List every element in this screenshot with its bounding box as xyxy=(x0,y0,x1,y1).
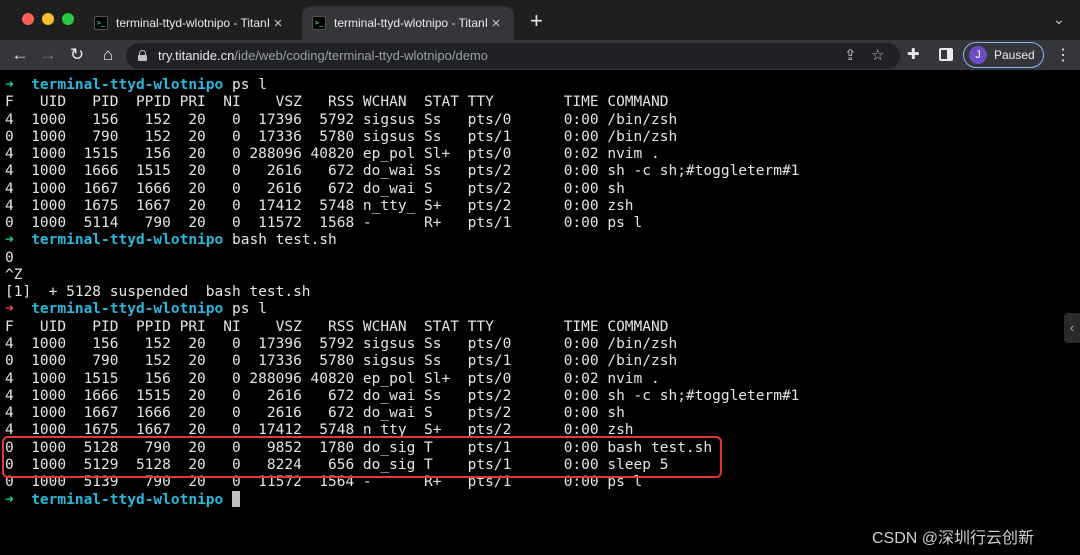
highlight-box xyxy=(2,436,722,478)
output-line: 4 1000 1666 1515 20 0 2616 672 do_wai Ss… xyxy=(5,387,800,404)
prompt-command: ps l xyxy=(232,77,267,93)
browser-toolbar: ← → ↻ ⌂ try.titanide.cn/ide/web/coding/t… xyxy=(0,40,1080,70)
terminal-output[interactable]: ➜ terminal-ttyd-wlotnipo ps lF UID PID P… xyxy=(0,70,1080,555)
close-window-button[interactable] xyxy=(22,13,34,25)
output-line: 4 1000 1675 1667 20 0 17412 5748 n_tty_ … xyxy=(5,197,634,214)
lock-icon[interactable] xyxy=(138,50,147,61)
minimize-window-button[interactable] xyxy=(42,13,54,25)
prompt-line: ➜ terminal-ttyd-wlotnipo ps l xyxy=(5,301,1080,318)
output-line: ^Z xyxy=(5,266,23,283)
prompt-line: ➜ terminal-ttyd-wlotnipo ps l xyxy=(5,77,1080,94)
new-tab-button[interactable]: + xyxy=(530,9,543,33)
output-line: 0 xyxy=(5,249,14,266)
more-menu-icon[interactable]: ⋮ xyxy=(1055,45,1071,65)
terminal-cursor xyxy=(232,491,240,508)
prompt-directory: terminal-ttyd-wlotnipo xyxy=(31,492,224,509)
profile-status: Paused xyxy=(994,48,1035,62)
share-icon[interactable]: ⇪ xyxy=(844,46,857,64)
prompt-line: ➜ terminal-ttyd-wlotnipo xyxy=(5,491,1080,508)
close-tab-icon[interactable]: × xyxy=(270,15,286,32)
collapse-panel-chevron-icon[interactable]: ‹ xyxy=(1064,313,1080,343)
back-button[interactable]: ← xyxy=(8,43,32,67)
output-line: 4 1000 1666 1515 20 0 2616 672 do_wai Ss… xyxy=(5,163,800,180)
url-text[interactable]: try.titanide.cn/ide/web/coding/terminal-… xyxy=(158,48,488,63)
profile-button[interactable]: J Paused xyxy=(963,42,1044,68)
output-line: 4 1000 1667 1666 20 0 2616 672 do_wai S … xyxy=(5,405,625,422)
forward-button[interactable]: → xyxy=(36,43,60,67)
url-path: /ide/web/coding/terminal-ttyd-wlotnipo/d… xyxy=(234,48,488,63)
avatar: J xyxy=(969,46,987,64)
terminal-favicon-icon: >_ xyxy=(312,16,326,30)
output-line: 4 1000 1515 156 20 0 288096 40820 ep_pol… xyxy=(5,370,660,387)
prompt-arrow-icon: ➜ xyxy=(5,232,14,249)
output-line: 0 1000 790 152 20 0 17336 5780 sigsus Ss… xyxy=(5,128,678,145)
tab-title: terminal-ttyd-wlotnipo - TitanIDE xyxy=(116,16,270,30)
bookmark-star-icon[interactable]: ☆ xyxy=(871,46,884,64)
prompt-line: ➜ terminal-ttyd-wlotnipo bash test.sh xyxy=(5,232,1080,249)
output-line: F UID PID PPID PRI NI VSZ RSS WCHAN STAT… xyxy=(5,318,669,335)
output-line: 4 1000 1515 156 20 0 288096 40820 ep_pol… xyxy=(5,146,660,163)
close-tab-icon[interactable]: × xyxy=(488,15,504,32)
home-button[interactable]: ⌂ xyxy=(96,43,120,67)
prompt-directory: terminal-ttyd-wlotnipo xyxy=(31,301,224,318)
address-bar[interactable]: try.titanide.cn/ide/web/coding/terminal-… xyxy=(126,43,900,69)
output-line: 4 1000 156 152 20 0 17396 5792 sigsus Ss… xyxy=(5,335,678,352)
prompt-command: bash test.sh xyxy=(232,232,337,249)
extensions-puzzle-icon[interactable]: ✚ xyxy=(907,45,920,63)
tab-2-active[interactable]: >_ terminal-ttyd-wlotnipo - TitanIDE × xyxy=(302,6,514,40)
output-line: F UID PID PPID PRI NI VSZ RSS WCHAN STAT… xyxy=(5,94,669,111)
output-line: 0 1000 5114 790 20 0 11572 1568 - R+ pts… xyxy=(5,215,643,232)
reload-button[interactable]: ↻ xyxy=(65,43,89,67)
tab-1[interactable]: >_ terminal-ttyd-wlotnipo - TitanIDE × xyxy=(84,6,296,40)
terminal-favicon-icon: >_ xyxy=(94,16,108,30)
tab-strip: >_ terminal-ttyd-wlotnipo - TitanIDE × >… xyxy=(0,0,1080,40)
prompt-command: ps l xyxy=(232,301,267,318)
tab-title: terminal-ttyd-wlotnipo - TitanIDE xyxy=(334,16,488,30)
prompt-arrow-icon: ➜ xyxy=(5,301,14,318)
output-line: [1] + 5128 suspended bash test.sh xyxy=(5,284,311,301)
tab-search-chevron-icon[interactable]: ⌄ xyxy=(1053,11,1065,28)
url-host: try.titanide.cn xyxy=(158,48,235,63)
maximize-window-button[interactable] xyxy=(62,13,74,25)
prompt-directory: terminal-ttyd-wlotnipo xyxy=(31,232,224,249)
prompt-arrow-icon: ➜ xyxy=(5,492,14,509)
prompt-directory: terminal-ttyd-wlotnipo xyxy=(31,77,224,93)
side-panel-icon[interactable] xyxy=(939,48,953,61)
output-line: 4 1000 156 152 20 0 17396 5792 sigsus Ss… xyxy=(5,111,678,128)
prompt-arrow-icon: ➜ xyxy=(5,77,14,93)
output-line: 0 1000 790 152 20 0 17336 5780 sigsus Ss… xyxy=(5,353,678,370)
watermark: CSDN @深圳行云创新 xyxy=(872,530,1035,547)
output-line: 4 1000 1667 1666 20 0 2616 672 do_wai S … xyxy=(5,180,625,197)
